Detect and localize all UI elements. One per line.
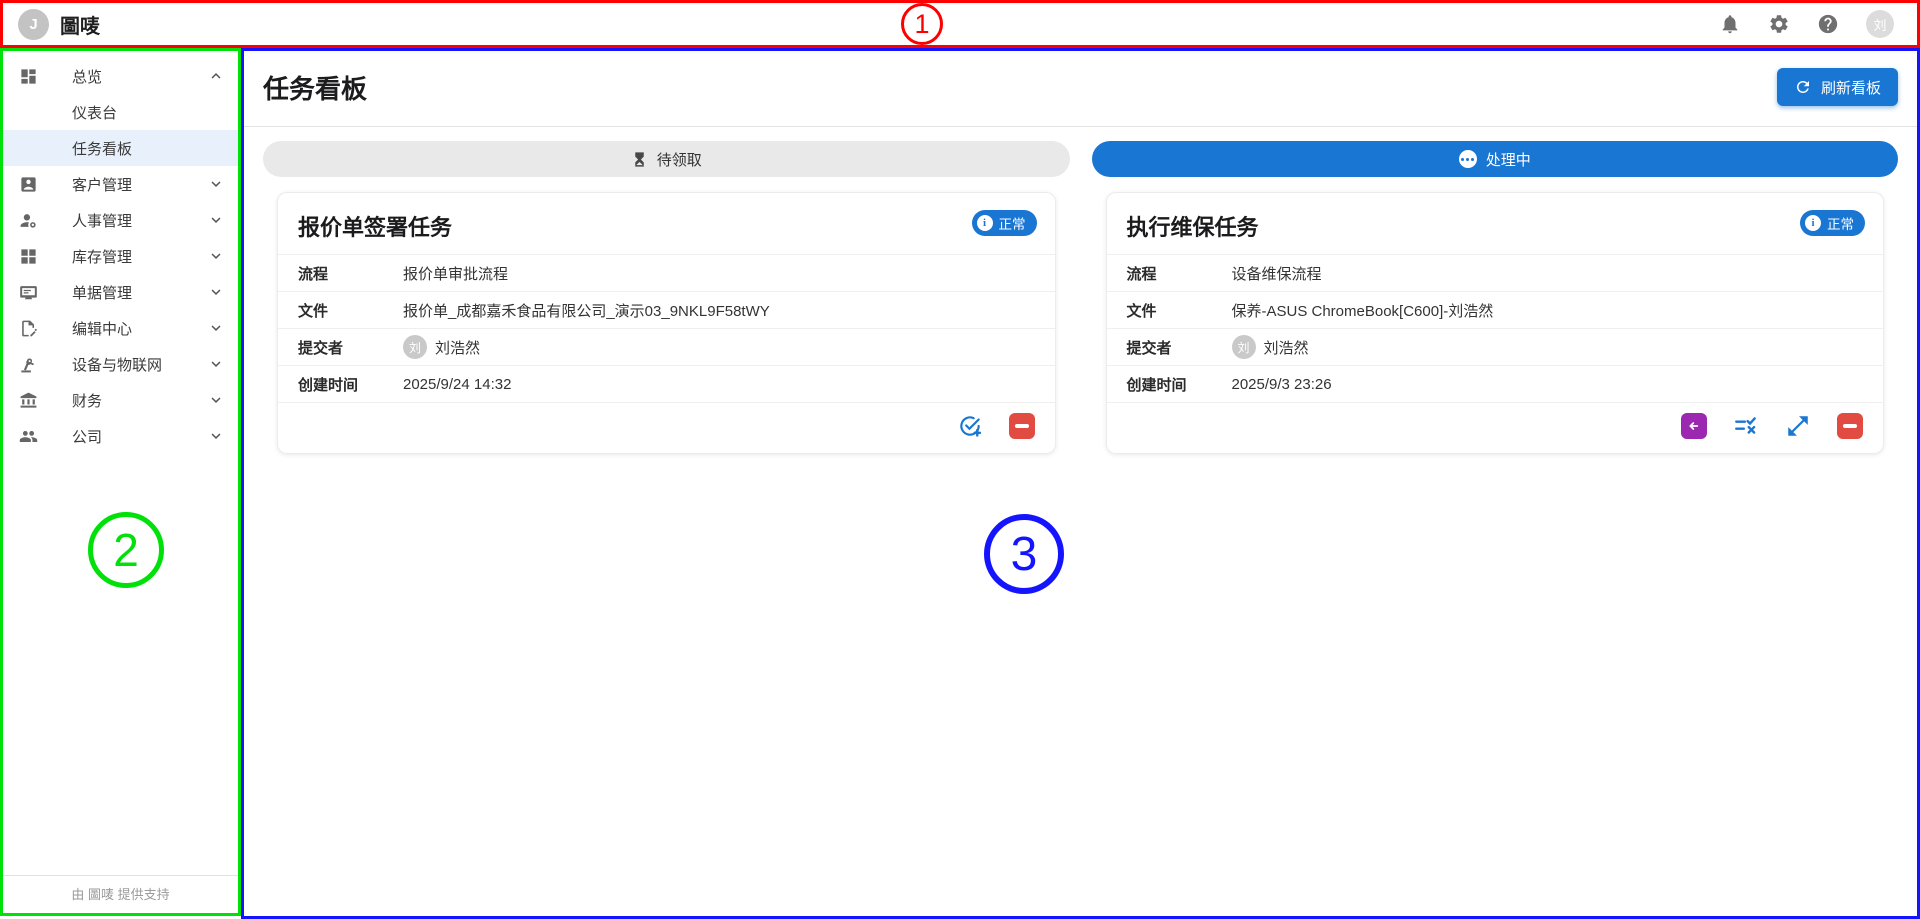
chevron-down-icon <box>207 211 225 229</box>
column-title: 待领取 <box>657 149 702 170</box>
edit-document-icon <box>18 318 38 338</box>
document-list-icon <box>18 282 38 302</box>
sidebar-item-label: 公司 <box>72 426 207 447</box>
card-actions <box>1107 402 1884 453</box>
info-icon: i <box>1805 215 1821 231</box>
expand-icon[interactable] <box>1785 413 1811 439</box>
main-content: 任务看板 刷新看板 待领取 处理中 报价单签署任务 i 正常 <box>241 48 1920 919</box>
card-row-file: 文件 报价单_成都嘉禾食品有限公司_演示03_9NKL9F58tWY <box>278 291 1055 328</box>
remove-icon[interactable] <box>1009 413 1035 439</box>
bank-icon <box>18 390 38 410</box>
grid-icon <box>18 246 38 266</box>
card-row-process: 流程 设备维保流程 <box>1107 254 1884 291</box>
column-header-pending: 待领取 <box>263 141 1070 177</box>
card-header: 执行维保任务 i 正常 <box>1107 193 1884 254</box>
brand-logo: J <box>18 9 49 40</box>
contact-card-icon <box>18 174 38 194</box>
sidebar-item-label: 库存管理 <box>72 246 207 267</box>
gear-icon[interactable] <box>1768 13 1790 35</box>
ellipsis-icon <box>1459 150 1477 168</box>
chevron-down-icon <box>207 427 225 445</box>
sidebar-item-task-board[interactable]: 任务看板 <box>0 130 241 166</box>
status-label: 正常 <box>999 213 1026 233</box>
page-title-bar: 任务看板 刷新看板 <box>241 48 1920 127</box>
brand: J 圖唛 <box>18 9 100 40</box>
card-row-created: 创建时间 2025/9/24 14:32 <box>278 365 1055 402</box>
status-badge: i 正常 <box>972 210 1037 236</box>
sidebar: 总览 仪表台 任务看板 客户管理 人事管理 库存 <box>0 48 241 916</box>
status-label: 正常 <box>1827 213 1854 233</box>
chevron-down-icon <box>207 283 225 301</box>
card-title: 报价单签署任务 <box>298 210 452 242</box>
sidebar-item-label: 任务看板 <box>72 138 225 159</box>
column-header-processing: 处理中 <box>1092 141 1899 177</box>
sidebar-item-documents[interactable]: 单据管理 <box>0 274 241 310</box>
task-card-maintenance: 执行维保任务 i 正常 流程 设备维保流程 文件 保养-ASUS ChromeB… <box>1106 192 1885 454</box>
dashboard-icon <box>18 66 38 86</box>
refresh-button-label: 刷新看板 <box>1821 77 1881 98</box>
refresh-board-button[interactable]: 刷新看板 <box>1777 68 1898 106</box>
header-actions: 刘 <box>1719 10 1902 38</box>
submitter-name: 刘浩然 <box>435 337 480 358</box>
sidebar-item-hr[interactable]: 人事管理 <box>0 202 241 238</box>
card-row-process: 流程 报价单审批流程 <box>278 254 1055 291</box>
sidebar-item-dashboard[interactable]: 仪表台 <box>0 94 241 130</box>
sidebar-item-label: 编辑中心 <box>72 318 207 339</box>
chevron-down-icon <box>207 175 225 193</box>
top-header: J 圖唛 刘 <box>0 0 1920 48</box>
sidebar-item-label: 总览 <box>72 66 207 87</box>
chevron-down-icon <box>207 247 225 265</box>
info-icon: i <box>977 215 993 231</box>
chevron-down-icon <box>207 355 225 373</box>
sidebar-item-overview[interactable]: 总览 <box>0 58 241 94</box>
page-title: 任务看板 <box>263 69 367 106</box>
refresh-icon <box>1794 78 1812 96</box>
sidebar-item-label: 人事管理 <box>72 210 207 231</box>
sidebar-item-finance[interactable]: 财务 <box>0 382 241 418</box>
robot-arm-icon <box>18 354 38 374</box>
submitter-avatar: 刘 <box>403 335 427 359</box>
sidebar-item-label: 仪表台 <box>72 102 225 123</box>
card-title: 执行维保任务 <box>1127 210 1259 242</box>
column-title: 处理中 <box>1486 149 1531 170</box>
status-badge: i 正常 <box>1800 210 1865 236</box>
sidebar-item-label: 客户管理 <box>72 174 207 195</box>
task-card-quote-signing: 报价单签署任务 i 正常 流程 报价单审批流程 文件 报价单_成都嘉禾食品有限公… <box>277 192 1056 454</box>
sidebar-item-inventory[interactable]: 库存管理 <box>0 238 241 274</box>
bell-icon[interactable] <box>1719 13 1741 35</box>
card-actions <box>278 402 1055 453</box>
sidebar-item-customers[interactable]: 客户管理 <box>0 166 241 202</box>
chevron-down-icon <box>207 391 225 409</box>
submitter-avatar: 刘 <box>1232 335 1256 359</box>
app-root: J 圖唛 刘 总览 仪表台 任务看板 <box>0 0 1920 919</box>
checklist-icon[interactable] <box>1733 413 1759 439</box>
person-gear-icon <box>18 210 38 230</box>
sidebar-item-label: 单据管理 <box>72 282 207 303</box>
sidebar-item-label: 财务 <box>72 390 207 411</box>
card-row-submitter: 提交者 刘 刘浩然 <box>1107 328 1884 365</box>
sidebar-item-edit-center[interactable]: 编辑中心 <box>0 310 241 346</box>
sidebar-item-devices-iot[interactable]: 设备与物联网 <box>0 346 241 382</box>
chevron-down-icon <box>207 319 225 337</box>
card-row-file: 文件 保养-ASUS ChromeBook[C600]-刘浩然 <box>1107 291 1884 328</box>
return-task-icon[interactable] <box>1681 413 1707 439</box>
submitter-name: 刘浩然 <box>1264 337 1309 358</box>
card-row-created: 创建时间 2025/9/3 23:26 <box>1107 365 1884 402</box>
card-header: 报价单签署任务 i 正常 <box>278 193 1055 254</box>
sidebar-item-label: 设备与物联网 <box>72 354 207 375</box>
sidebar-footer: 由 圖唛 提供支持 <box>0 875 241 911</box>
sidebar-item-company[interactable]: 公司 <box>0 418 241 454</box>
help-icon[interactable] <box>1817 13 1839 35</box>
people-icon <box>18 426 38 446</box>
hourglass-icon <box>631 151 648 168</box>
user-avatar[interactable]: 刘 <box>1866 10 1894 38</box>
claim-task-icon[interactable] <box>957 413 983 439</box>
task-board: 待领取 处理中 报价单签署任务 i 正常 流程 报价单审批流程 <box>241 127 1920 454</box>
remove-icon[interactable] <box>1837 413 1863 439</box>
chevron-up-icon <box>207 67 225 85</box>
brand-name: 圖唛 <box>60 10 100 39</box>
card-row-submitter: 提交者 刘 刘浩然 <box>278 328 1055 365</box>
